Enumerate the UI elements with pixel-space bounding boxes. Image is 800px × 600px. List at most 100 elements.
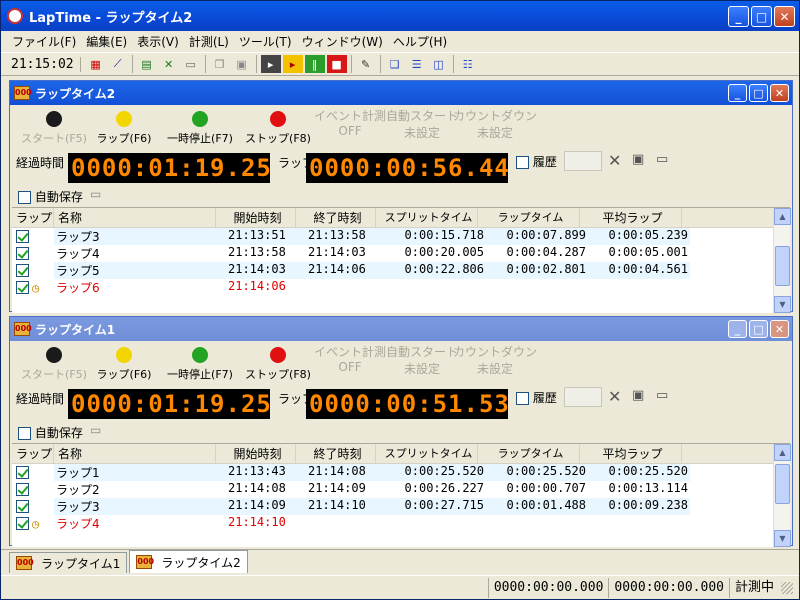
col-name[interactable]: 名称 (54, 208, 216, 227)
menu-tools[interactable]: ツール(T) (234, 33, 297, 50)
row-checkbox[interactable] (16, 230, 29, 243)
child-close-button[interactable]: ✕ (770, 84, 789, 102)
delete-icon[interactable]: ✕ (608, 151, 621, 170)
child-maximize-button[interactable]: □ (749, 320, 768, 338)
table-row[interactable]: ラップ5 21:14:03 21:14:06 0:00:22.806 0:00:… (12, 262, 790, 279)
scroll-up-icon[interactable]: ▲ (774, 444, 791, 461)
folder-icon[interactable]: ▭ (90, 423, 101, 437)
row-checkbox[interactable] (16, 281, 29, 294)
print-icon[interactable]: ▭ (181, 55, 201, 73)
tile-vertical-icon[interactable]: ◫ (429, 55, 449, 73)
tab-laptime2[interactable]: 000 ラップタイム2 (129, 550, 248, 573)
menu-help[interactable]: ヘルプ(H) (388, 33, 452, 50)
child-title-bar[interactable]: 000 ラップタイム2 _ □ ✕ (10, 81, 792, 105)
child-close-button[interactable]: ✕ (770, 320, 789, 338)
excel-icon[interactable]: ✕ (159, 55, 179, 73)
minimize-button[interactable]: _ (728, 6, 749, 27)
history-select[interactable] (564, 387, 602, 407)
folder-icon[interactable]: ▭ (90, 187, 101, 201)
start-tool-icon[interactable]: ▸ (260, 55, 281, 73)
scroll-thumb[interactable] (775, 246, 790, 286)
autosave-checkbox[interactable]: 自動保存 (18, 424, 83, 441)
table-row[interactable]: ラップ2 21:14:08 21:14:09 0:00:26.227 0:00:… (12, 481, 790, 498)
pause-button[interactable]: 一時停止(F7) (160, 347, 240, 382)
col-lap[interactable]: ラップ (12, 444, 54, 463)
menu-file[interactable]: ファイル(F) (7, 33, 81, 50)
tile-horizontal-icon[interactable]: ☰ (407, 55, 427, 73)
start-button[interactable]: スタート(F5) (14, 111, 94, 146)
col-avg[interactable]: 平均ラップ (580, 444, 682, 463)
child-maximize-button[interactable]: □ (749, 84, 768, 102)
title-bar[interactable]: LapTime - ラップタイム2 _ □ ✕ (1, 1, 799, 31)
row-checkbox[interactable] (16, 500, 29, 513)
stop-tool-icon[interactable]: ■ (326, 55, 347, 73)
table-row[interactable]: ラップ4 21:13:58 21:14:03 0:00:20.005 0:00:… (12, 245, 790, 262)
delete-icon[interactable]: ✕ (608, 387, 621, 406)
col-start[interactable]: 開始時刻 (216, 444, 296, 463)
settings-tool-icon[interactable]: ✎ (356, 55, 376, 73)
row-checkbox[interactable] (16, 483, 29, 496)
table-row[interactable]: ラップ3 21:13:51 21:13:58 0:00:15.718 0:00:… (12, 228, 790, 245)
lap-button[interactable]: ラップ(F6) (84, 111, 164, 146)
pause-button[interactable]: 一時停止(F7) (160, 111, 240, 146)
event-measure-button[interactable]: イベント計測 OFF (310, 343, 390, 374)
paste-icon[interactable]: ▣ (232, 55, 252, 73)
lap-tool-icon[interactable]: ▸ (282, 55, 303, 73)
resize-grip-icon[interactable] (781, 581, 793, 594)
scroll-down-icon[interactable]: ▼ (774, 530, 791, 547)
col-lap[interactable]: ラップ (12, 208, 54, 227)
history-checkbox[interactable]: 履歴 (516, 389, 557, 406)
autosave-checkbox[interactable]: 自動保存 (18, 188, 83, 205)
pause-tool-icon[interactable]: ‖ (304, 55, 325, 73)
child-minimize-button[interactable]: _ (728, 320, 747, 338)
table-scrollbar[interactable]: ▲ ▼ (773, 444, 791, 547)
close-button[interactable]: ✕ (774, 6, 795, 27)
countdown-button[interactable]: カウントダウン 未設定 (450, 343, 540, 377)
scroll-down-icon[interactable]: ▼ (774, 296, 791, 313)
row-checkbox[interactable] (16, 466, 29, 479)
col-end[interactable]: 終了時刻 (296, 208, 376, 227)
row-checkbox[interactable] (16, 247, 29, 260)
child-title-bar[interactable]: 000 ラップタイム1 _ □ ✕ (10, 317, 792, 341)
row-checkbox[interactable] (16, 264, 29, 277)
child-minimize-button[interactable]: _ (728, 84, 747, 102)
table-row[interactable]: ラップ1 21:13:43 21:14:08 0:00:25.520 0:00:… (12, 464, 790, 481)
export-excel-icon[interactable]: ▤ (137, 55, 157, 73)
stop-button[interactable]: ストップ(F8) (238, 111, 318, 146)
history-select[interactable] (564, 151, 602, 171)
table-scrollbar[interactable]: ▲ ▼ (773, 208, 791, 313)
col-laptime[interactable]: ラップタイム (478, 444, 580, 463)
scroll-up-icon[interactable]: ▲ (774, 208, 791, 225)
col-avg[interactable]: 平均ラップ (580, 208, 682, 227)
scroll-thumb[interactable] (775, 464, 790, 504)
table-row[interactable]: ラップ3 21:14:09 21:14:10 0:00:27.715 0:00:… (12, 498, 790, 515)
countdown-button[interactable]: カウントダウン 未設定 (450, 107, 540, 141)
start-button[interactable]: スタート(F5) (14, 347, 94, 382)
copy-icon[interactable]: ❐ (210, 55, 230, 73)
col-split[interactable]: スプリットタイム (376, 208, 478, 227)
row-checkbox[interactable] (16, 517, 29, 530)
printer-icon[interactable]: ▭ (656, 388, 668, 403)
table-row-current[interactable]: ◷ ラップ4 21:14:10 (12, 515, 790, 532)
menu-view[interactable]: 表示(V) (132, 33, 184, 50)
maximize-button[interactable]: □ (751, 6, 772, 27)
col-start[interactable]: 開始時刻 (216, 208, 296, 227)
menu-edit[interactable]: 編集(E) (81, 33, 132, 50)
col-split[interactable]: スプリットタイム (376, 444, 478, 463)
lap-button[interactable]: ラップ(F6) (84, 347, 164, 382)
excel-export-icon[interactable]: ▣ (632, 388, 644, 403)
history-checkbox[interactable]: 履歴 (516, 153, 557, 170)
col-name[interactable]: 名称 (54, 444, 216, 463)
properties-icon[interactable]: ☷ (458, 55, 478, 73)
col-end[interactable]: 終了時刻 (296, 444, 376, 463)
calendar-icon[interactable]: ▦ (86, 55, 106, 73)
cascade-icon[interactable]: ❏ (385, 55, 405, 73)
printer-icon[interactable]: ▭ (656, 152, 668, 167)
col-laptime[interactable]: ラップタイム (478, 208, 580, 227)
stop-button[interactable]: ストップ(F8) (238, 347, 318, 382)
table-row-current[interactable]: ◷ ラップ6 21:14:06 (12, 279, 790, 296)
menu-window[interactable]: ウィンドウ(W) (297, 33, 388, 50)
graph-icon[interactable]: ⟋ (108, 55, 128, 73)
tab-laptime1[interactable]: 000 ラップタイム1 (9, 552, 128, 573)
menu-measure[interactable]: 計測(L) (184, 33, 234, 50)
